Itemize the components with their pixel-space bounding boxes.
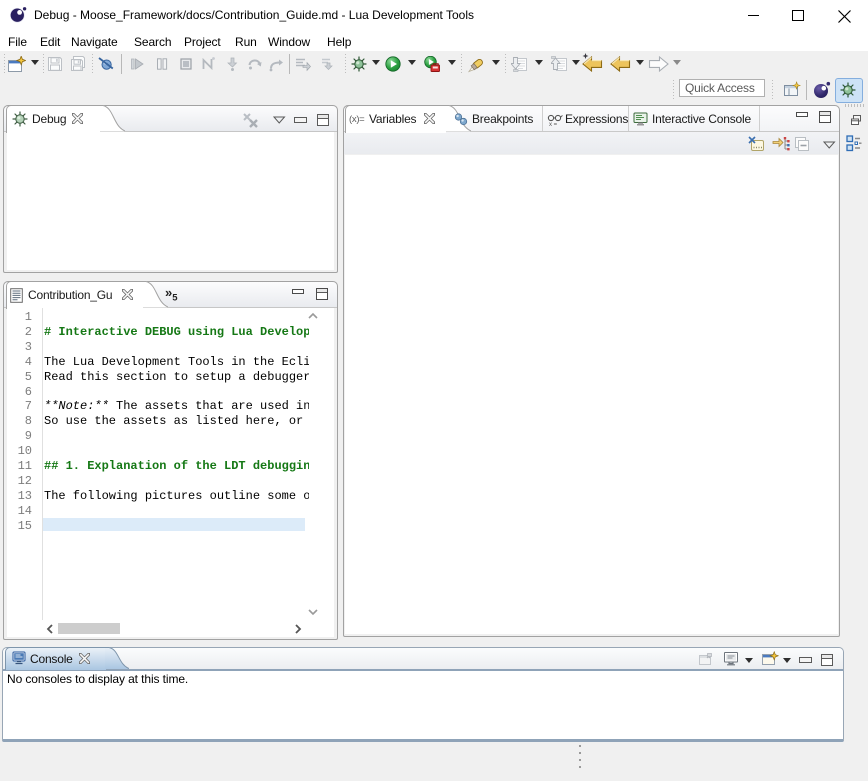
svg-text:x =: x =: [549, 122, 558, 127]
